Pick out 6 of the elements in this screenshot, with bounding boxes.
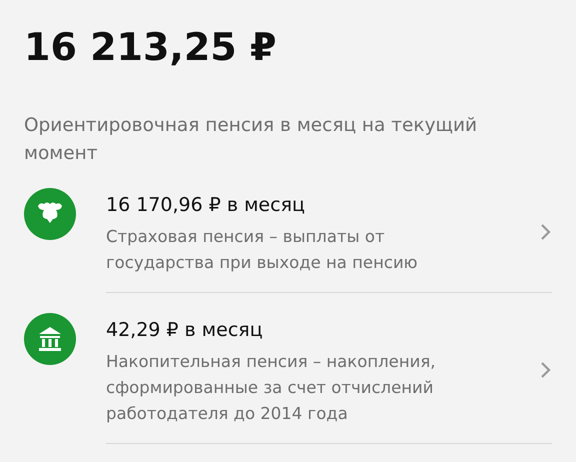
amount-text: 42,29 ₽ в месяц xyxy=(106,318,264,343)
pension-total: 16 213,25 ₽ xyxy=(24,24,278,71)
subtitle: Ориентировочная пенсия в месяц на текущий момент xyxy=(24,114,478,166)
amount-text: 16 170,96 ₽ в месяц xyxy=(106,193,306,218)
description-text: Страховая пенсия – выплаты от государства при выходе на пенсию xyxy=(106,226,419,274)
description-text: Накопительная пенсия – накопления, сформированные за счет отчислений работодателя до 2014 года xyxy=(106,351,437,425)
